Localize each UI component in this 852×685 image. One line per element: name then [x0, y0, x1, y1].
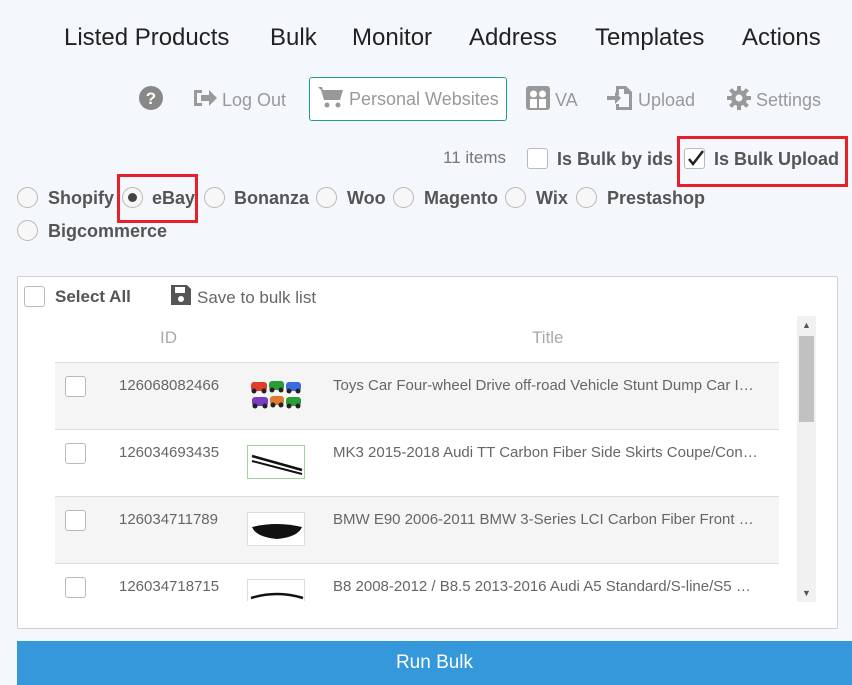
table-row[interactable]: 126068082466 Toys Car Four-wheel Drive o…	[55, 362, 779, 429]
save-floppy-icon	[170, 284, 192, 311]
select-all-checkbox[interactable]	[24, 286, 45, 307]
users-icon	[525, 85, 551, 116]
settings-label: Settings	[756, 89, 822, 110]
save-to-bulk-button[interactable]: Save to bulk list	[170, 284, 316, 311]
row-title: BMW E90 2006-2011 BMW 3-Series LCI Carbo…	[333, 511, 761, 528]
product-thumbnail	[247, 445, 305, 479]
radio-shopify[interactable]	[17, 187, 38, 208]
bulk-by-ids-checkbox[interactable]	[527, 148, 548, 169]
personal-websites-label: Personal Websites	[349, 88, 499, 109]
row-id: 126034718715	[119, 578, 220, 595]
row-title: Toys Car Four-wheel Drive off-road Vehic…	[333, 377, 761, 394]
nav-bulk[interactable]: Bulk	[270, 24, 317, 52]
run-bulk-button[interactable]: Run Bulk	[17, 641, 852, 685]
row-id: 126034711789	[119, 511, 218, 528]
row-id: 126034693435	[119, 444, 220, 461]
top-nav: Listed Products Bulk Monitor Address Tem…	[0, 24, 852, 58]
radio-prestashop[interactable]	[576, 187, 597, 208]
table-row[interactable]: 126034711789 BMW E90 2006-2011 BMW 3-Ser…	[55, 496, 779, 563]
toolbar: ? Log Out Personal Websites VA Upload Se…	[0, 77, 852, 121]
radio-label-woo: Woo	[347, 188, 386, 208]
nav-address[interactable]: Address	[469, 24, 557, 52]
product-thumbnail	[247, 512, 305, 546]
radio-magento[interactable]	[393, 187, 414, 208]
gear-icon	[726, 85, 752, 116]
radio-woo[interactable]	[316, 187, 337, 208]
logout-button[interactable]: Log Out	[192, 82, 286, 118]
items-count: 11 items	[443, 148, 506, 167]
radio-label-magento: Magento	[424, 188, 498, 208]
radio-bigcommerce[interactable]	[17, 220, 38, 241]
radio-label-wix: Wix	[536, 188, 568, 208]
column-header-title: Title	[532, 328, 564, 347]
nav-actions[interactable]: Actions	[742, 24, 821, 52]
file-import-icon	[606, 84, 634, 117]
va-button[interactable]: VA	[525, 82, 578, 118]
save-to-bulk-label: Save to bulk list	[197, 287, 317, 307]
sign-out-icon	[192, 87, 218, 114]
logout-label: Log Out	[222, 89, 287, 110]
radio-label-bigcommerce: Bigcommerce	[48, 221, 168, 241]
radio-ebay[interactable]	[122, 187, 143, 208]
nav-monitor[interactable]: Monitor	[352, 24, 432, 52]
scroll-down-arrow-icon[interactable]: ▼	[797, 588, 816, 598]
nav-templates[interactable]: Templates	[595, 24, 704, 52]
personal-websites-button[interactable]: Personal Websites	[309, 77, 507, 121]
list-scrollbar[interactable]: ▲ ▼	[797, 316, 816, 602]
bulk-upload-checkbox[interactable]	[684, 148, 705, 169]
help-button[interactable]: ?	[138, 82, 168, 118]
radio-label-bonanza: Bonanza	[234, 188, 310, 208]
shopping-cart-icon	[317, 85, 345, 114]
radio-label-shopify: Shopify	[48, 188, 114, 208]
va-label: VA	[555, 89, 578, 110]
settings-button[interactable]: Settings	[726, 82, 821, 118]
svg-text:?: ?	[146, 89, 156, 108]
row-title: MK3 2015-2018 Audi TT Carbon Fiber Side …	[333, 444, 761, 461]
scrollbar-thumb[interactable]	[799, 336, 814, 422]
scroll-up-arrow-icon[interactable]: ▲	[797, 320, 816, 330]
row-checkbox[interactable]	[65, 376, 86, 397]
row-checkbox[interactable]	[65, 443, 86, 464]
row-title: B8 2008-2012 / B8.5 2013-2016 Audi A5 St…	[333, 578, 761, 595]
upload-label: Upload	[638, 89, 696, 110]
row-checkbox[interactable]	[65, 577, 86, 598]
upload-button[interactable]: Upload	[606, 82, 695, 118]
bulk-by-ids-label: Is Bulk by ids	[557, 149, 674, 169]
radio-bonanza[interactable]	[204, 187, 225, 208]
radio-wix[interactable]	[505, 187, 526, 208]
bulk-upload-label: Is Bulk Upload	[714, 149, 840, 169]
row-id: 126068082466	[119, 377, 220, 394]
radio-label-prestashop: Prestashop	[607, 188, 706, 208]
column-header-id: ID	[160, 328, 177, 347]
product-thumbnail	[247, 579, 305, 601]
radio-label-ebay: eBay	[152, 188, 196, 208]
question-circle-icon: ?	[138, 85, 164, 116]
table-row[interactable]: 126034693435 MK3 2015-2018 Audi TT Carbo…	[55, 429, 779, 496]
table-row[interactable]: 126034718715 B8 2008-2012 / B8.5 2013-20…	[55, 563, 779, 601]
product-thumbnail	[247, 378, 305, 412]
nav-listed-products[interactable]: Listed Products	[64, 24, 229, 52]
checkmark-icon	[688, 150, 704, 167]
select-all-label: Select All	[55, 287, 131, 306]
row-checkbox[interactable]	[65, 510, 86, 531]
